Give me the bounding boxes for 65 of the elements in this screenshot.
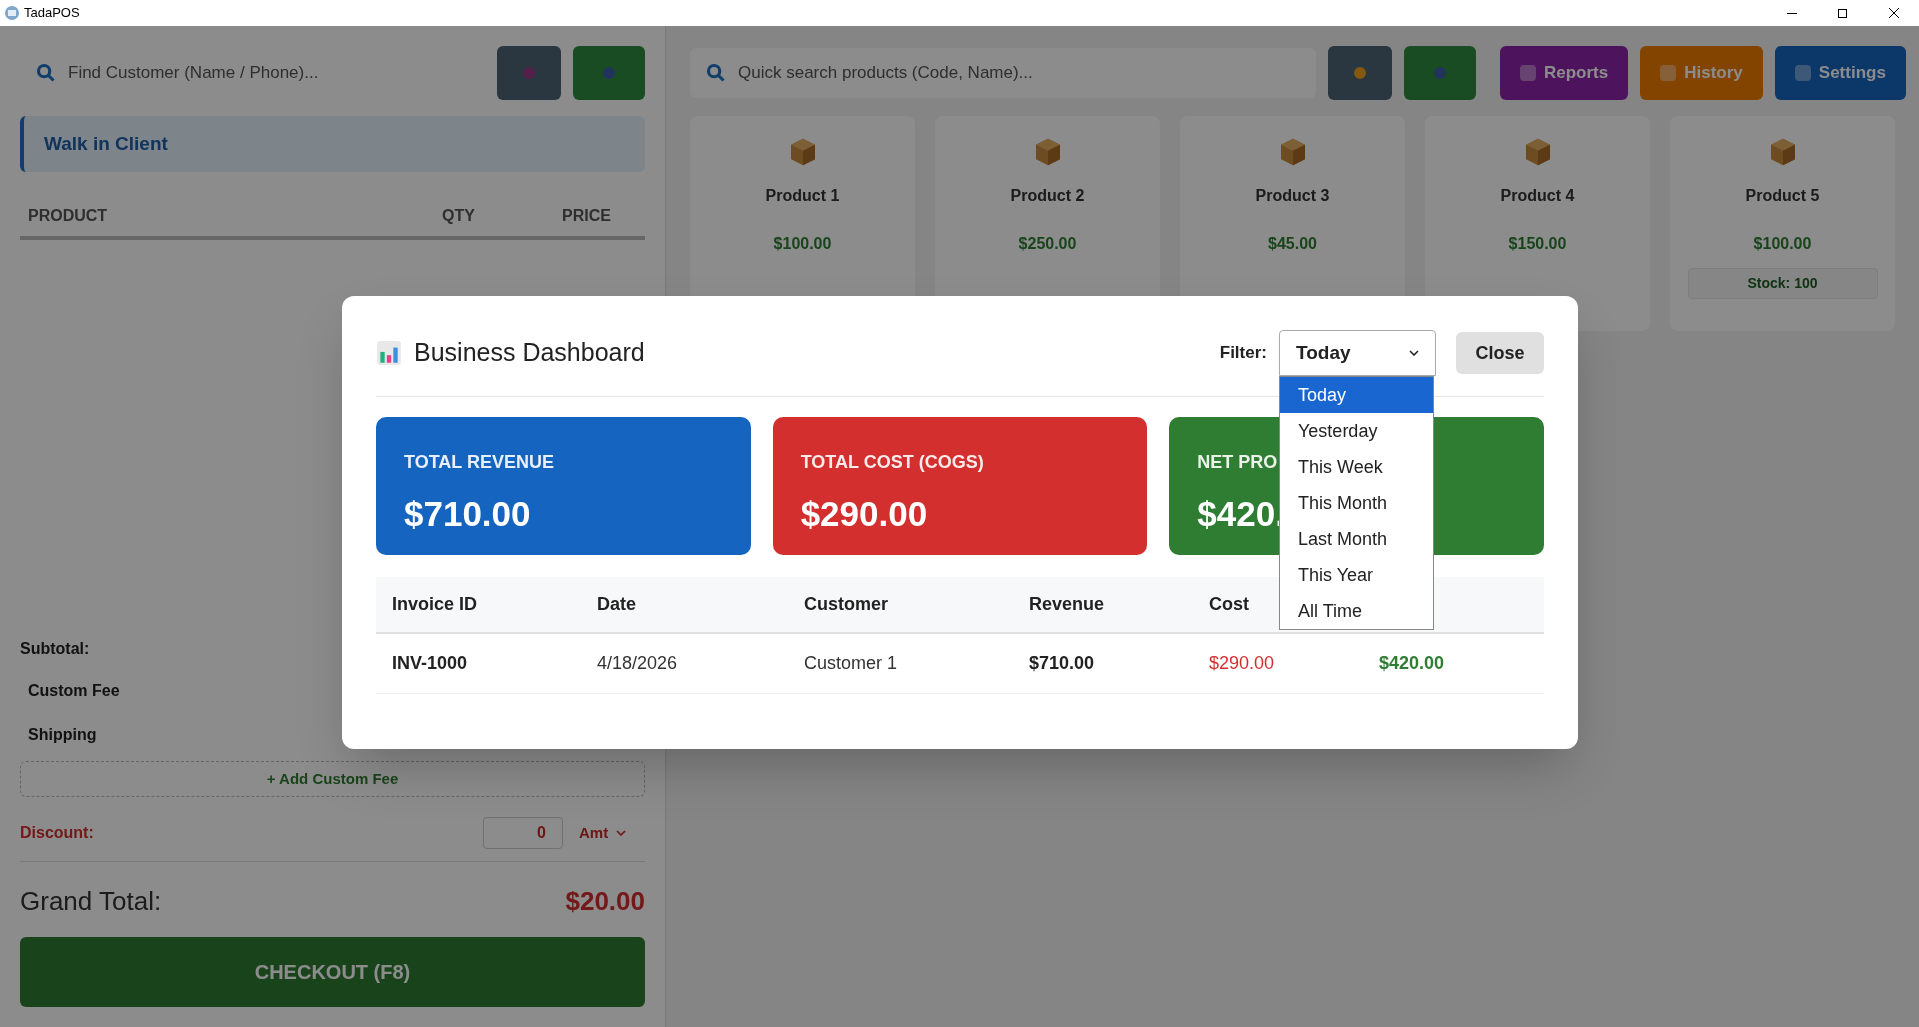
table-cell-text: INV-1000: [392, 652, 468, 675]
product-price: $150.00: [1508, 234, 1567, 254]
column-header: PRODUCT: [28, 206, 109, 226]
search-icon: [706, 63, 726, 83]
product-name: Product 2: [1010, 186, 1085, 206]
column-header: QTY: [442, 206, 476, 226]
stat-label: TOTAL REVENUE: [404, 451, 555, 474]
product-name: Product 5: [1745, 186, 1820, 206]
filter-label: Filter:: [1219, 342, 1267, 365]
summary-label: Subtotal:: [20, 639, 90, 659]
column-header: PRICE: [562, 206, 612, 226]
product-price: $45.00: [1268, 234, 1317, 254]
table-cell-text: $420.00: [1379, 652, 1445, 675]
stat-label: TOTAL COST (COGS): [800, 451, 984, 474]
filter-option[interactable]: Today: [1280, 377, 1433, 413]
filter-option[interactable]: Yesterday: [1280, 413, 1433, 449]
column-header: Date: [597, 593, 636, 616]
toolbar-button[interactable]: Reports: [1500, 46, 1629, 100]
discount-label: Discount:: [20, 823, 95, 843]
bar-chart-icon: [376, 340, 402, 366]
app-icon: [4, 5, 20, 21]
product-price: $100.00: [1753, 234, 1812, 254]
search-icon: [36, 63, 56, 83]
table-cell-text: $290.00: [1209, 652, 1275, 675]
stat-value: $710.00: [404, 493, 531, 535]
summary-label: Custom Fee: [27, 681, 121, 701]
summary-label: Shipping: [27, 725, 98, 745]
filter-option[interactable]: This Week: [1280, 449, 1433, 485]
grand-total: $20.00: [565, 885, 645, 918]
close-button[interactable]: Close: [1456, 332, 1544, 374]
add-customer-button[interactable]: [573, 46, 645, 100]
table-cell-text: $710.00: [1029, 652, 1095, 675]
window-title: TadaPOS: [24, 4, 80, 23]
stat-label: NET PRO: [1197, 451, 1278, 474]
dialog-title: Business Dashboard: [414, 337, 645, 369]
discount-field[interactable]: 0: [483, 817, 563, 849]
column-header: Customer: [804, 593, 888, 616]
column-header: Cost: [1209, 593, 1249, 616]
product-name: Product 3: [1255, 186, 1330, 206]
stat-value: $290.00: [800, 493, 928, 535]
add-product-button[interactable]: [1404, 46, 1476, 100]
product-price: $250.00: [1018, 234, 1077, 254]
filter-option[interactable]: All Time: [1280, 593, 1433, 629]
customer-button[interactable]: [497, 46, 561, 100]
add-fee-button[interactable]: + Add Custom Fee: [20, 761, 645, 797]
product-price: $100.00: [773, 234, 832, 254]
scan-button[interactable]: [1328, 46, 1392, 100]
chevron-down-icon: [1409, 350, 1419, 356]
product-card[interactable]: Product 5 $100.00 Stock: 100: [1670, 116, 1895, 331]
product-name: Product 1: [765, 186, 840, 206]
table-cell-text: Customer 1: [804, 652, 898, 675]
grand-total-label: Grand Total:: [20, 885, 162, 918]
product-name: Product 4: [1500, 186, 1575, 206]
stock-label: Stock: 100: [1687, 268, 1878, 299]
filter-option[interactable]: This Year: [1280, 557, 1433, 593]
discount-unit-select[interactable]: Amt: [571, 817, 645, 849]
toolbar-button[interactable]: Settings: [1774, 46, 1906, 100]
filter-select[interactable]: Today: [1279, 330, 1436, 376]
column-header: Revenue: [1029, 593, 1105, 616]
client-name: Walk in Client: [44, 131, 168, 156]
product-search-field[interactable]: Quick search products (Code, Name)...: [690, 48, 1316, 98]
column-header: Invoice ID: [392, 593, 478, 616]
checkout-button[interactable]: CHECKOUT (F8): [20, 937, 645, 1007]
chevron-down-icon: [616, 830, 627, 836]
table-cell-text: 4/18/2026: [597, 652, 678, 675]
